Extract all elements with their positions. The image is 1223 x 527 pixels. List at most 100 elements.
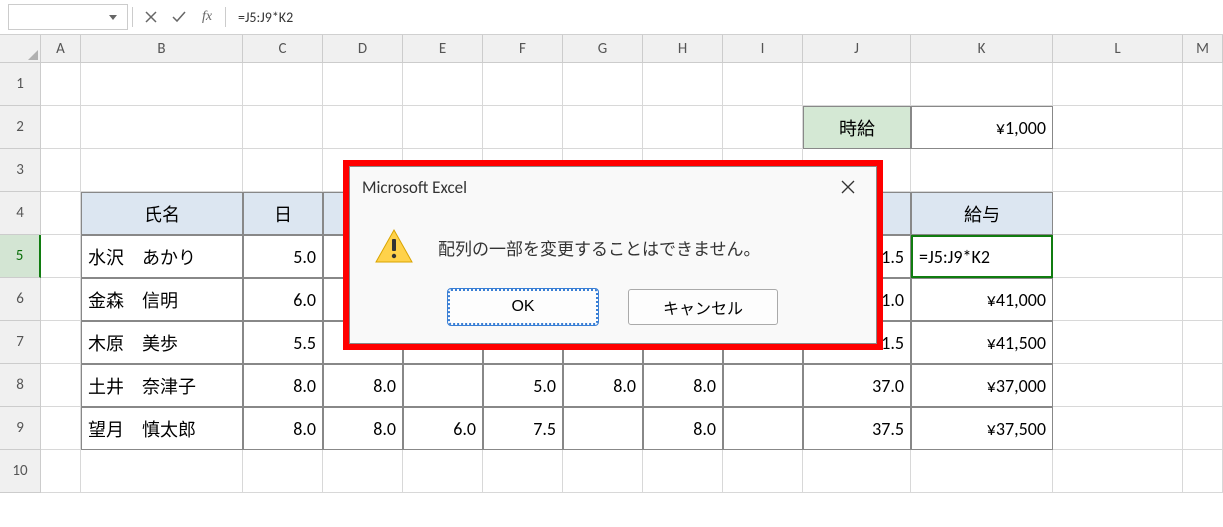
column-header[interactable]: C (243, 35, 323, 62)
cell[interactable] (403, 63, 483, 106)
cell[interactable] (403, 106, 483, 149)
cell[interactable] (723, 63, 803, 106)
cell[interactable] (1053, 407, 1183, 450)
cell[interactable] (643, 450, 723, 493)
cell[interactable] (81, 149, 243, 192)
cell[interactable]: ¥41,500 (911, 321, 1053, 364)
column-header[interactable]: B (81, 35, 243, 62)
select-all-corner[interactable] (0, 35, 41, 62)
confirm-formula-icon[interactable] (165, 11, 193, 23)
cell[interactable]: ¥41,000 (911, 278, 1053, 321)
cell[interactable]: ¥37,500 (911, 407, 1053, 450)
cell[interactable]: 37.5 (803, 407, 911, 450)
formula-input[interactable]: =J5:J9*K2 (230, 9, 1223, 26)
cell[interactable] (563, 450, 643, 493)
cell[interactable] (1053, 364, 1183, 407)
cell[interactable]: 8.0 (323, 407, 403, 450)
cell[interactable]: 5.0 (243, 235, 323, 278)
column-header[interactable]: M (1183, 35, 1223, 62)
cell[interactable] (403, 364, 483, 407)
cell[interactable] (1053, 149, 1183, 192)
cell[interactable] (81, 450, 243, 493)
cell[interactable] (41, 149, 81, 192)
row-header[interactable]: 2 (0, 106, 41, 149)
cell[interactable]: ¥37,000 (911, 364, 1053, 407)
cell[interactable] (323, 106, 403, 149)
cell[interactable]: 8.0 (243, 407, 323, 450)
cell[interactable] (1183, 321, 1223, 364)
cell[interactable] (243, 149, 323, 192)
ok-button[interactable]: OK (448, 289, 598, 325)
cell[interactable] (403, 450, 483, 493)
cell[interactable] (81, 63, 243, 106)
cell[interactable] (723, 407, 803, 450)
cell[interactable] (483, 106, 563, 149)
cell[interactable]: 土井 奈津子 (81, 364, 243, 407)
cell[interactable] (41, 192, 81, 235)
cell[interactable] (1053, 235, 1183, 278)
cell[interactable] (1053, 278, 1183, 321)
cell[interactable] (911, 63, 1053, 106)
column-header[interactable]: J (803, 35, 911, 62)
cell[interactable] (1183, 235, 1223, 278)
column-header[interactable]: K (911, 35, 1053, 62)
cell[interactable] (1183, 450, 1223, 493)
cell[interactable]: 日 (243, 192, 323, 235)
column-header[interactable]: I (723, 35, 803, 62)
column-header[interactable]: A (41, 35, 81, 62)
cell[interactable]: 8.0 (643, 407, 723, 450)
row-header[interactable]: 10 (0, 450, 41, 493)
cell[interactable] (483, 450, 563, 493)
chevron-down-icon[interactable] (105, 15, 121, 20)
column-header[interactable]: F (483, 35, 563, 62)
cell[interactable] (643, 63, 723, 106)
cell[interactable]: =J5:J9*K2 (911, 235, 1053, 278)
cell[interactable]: 金森 信明 (81, 278, 243, 321)
cell[interactable]: 6.0 (243, 278, 323, 321)
cell[interactable]: 木原 美歩 (81, 321, 243, 364)
cell[interactable] (563, 63, 643, 106)
cell[interactable] (323, 450, 403, 493)
cell[interactable]: 7.5 (483, 407, 563, 450)
cell[interactable] (1183, 407, 1223, 450)
cell[interactable]: ¥1,000 (911, 106, 1053, 149)
cell[interactable]: 5.0 (483, 364, 563, 407)
column-header[interactable]: G (563, 35, 643, 62)
cell[interactable] (1183, 149, 1223, 192)
cell[interactable] (1053, 106, 1183, 149)
name-box[interactable] (8, 4, 128, 30)
cell[interactable] (243, 450, 323, 493)
cell[interactable] (643, 106, 723, 149)
cell[interactable] (1183, 364, 1223, 407)
cell[interactable]: 望月 慎太郎 (81, 407, 243, 450)
cell[interactable] (41, 235, 81, 278)
cancel-formula-icon[interactable] (137, 11, 165, 23)
cell[interactable]: 8.0 (563, 364, 643, 407)
cell[interactable] (1183, 192, 1223, 235)
cell[interactable]: 水沢 あかり (81, 235, 243, 278)
cell[interactable] (41, 106, 81, 149)
cell[interactable] (1053, 321, 1183, 364)
cell[interactable]: 氏名 (81, 192, 243, 235)
cell[interactable] (483, 63, 563, 106)
row-header[interactable]: 9 (0, 407, 41, 450)
cell[interactable] (81, 106, 243, 149)
cell[interactable] (243, 106, 323, 149)
column-header[interactable]: E (403, 35, 483, 62)
cell[interactable] (1183, 278, 1223, 321)
cell[interactable] (41, 407, 81, 450)
cell[interactable] (41, 364, 81, 407)
cell[interactable]: 8.0 (643, 364, 723, 407)
column-header[interactable]: L (1053, 35, 1183, 62)
row-header[interactable]: 1 (0, 63, 41, 106)
cell[interactable] (723, 364, 803, 407)
cell[interactable]: 8.0 (323, 364, 403, 407)
cell[interactable] (563, 106, 643, 149)
cell[interactable]: 給与 (911, 192, 1053, 235)
cell[interactable] (723, 450, 803, 493)
cell[interactable] (41, 278, 81, 321)
cell[interactable] (41, 450, 81, 493)
cell[interactable] (563, 407, 643, 450)
cell[interactable]: 8.0 (243, 364, 323, 407)
cell[interactable] (803, 63, 911, 106)
